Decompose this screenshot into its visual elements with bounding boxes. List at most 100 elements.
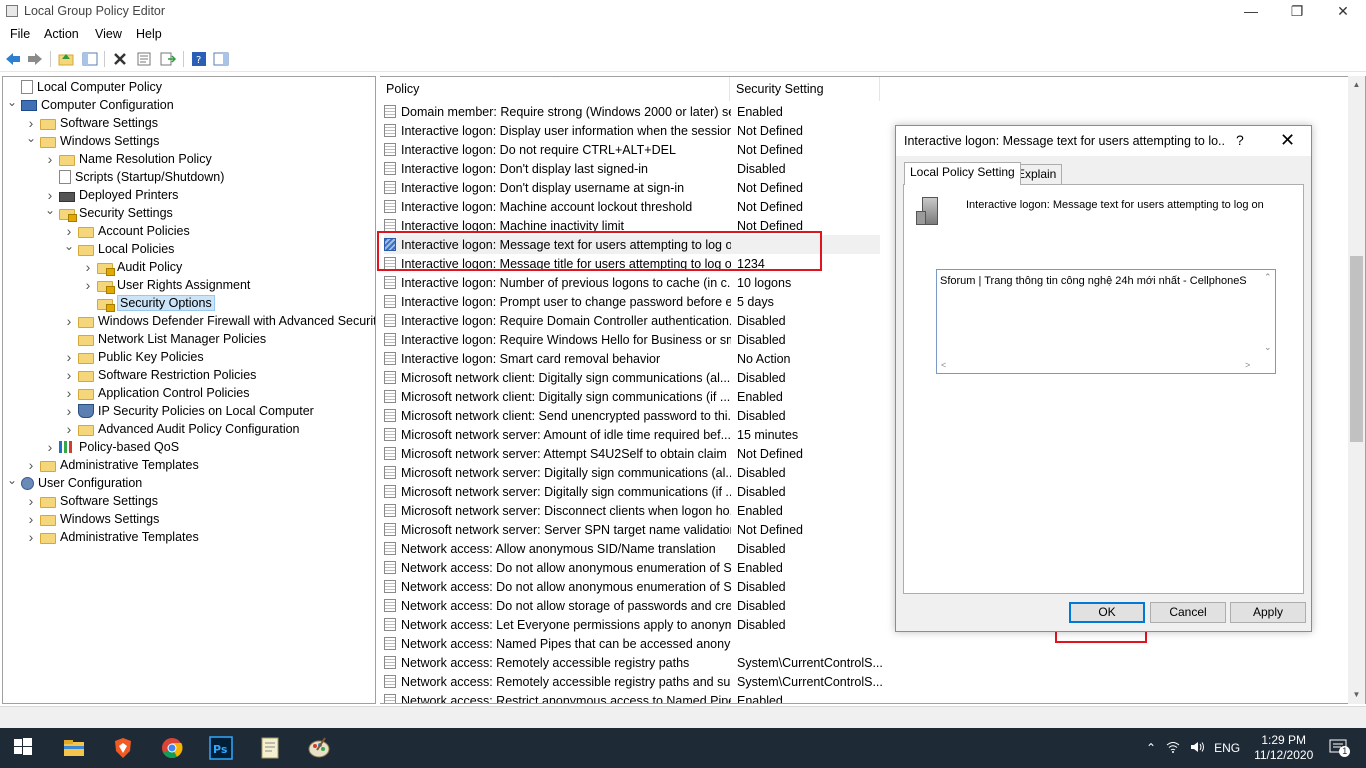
tree-node[interactable]: › Windows Defender Firewall with Advanced…: [64, 312, 375, 330]
table-row[interactable]: Interactive logon: Smart card removal be…: [384, 349, 880, 368]
clock[interactable]: 1:29 PM 11/12/2020: [1254, 733, 1313, 763]
tree-node[interactable]: › IP Security Policies on Local Computer: [64, 402, 314, 420]
tree-node[interactable]: › Software Settings: [26, 114, 158, 132]
table-row[interactable]: Interactive logon: Do not require CTRL+A…: [384, 140, 880, 159]
restore-button[interactable]: ❐: [1274, 0, 1320, 24]
table-row[interactable]: Network access: Remotely accessible regi…: [384, 653, 883, 672]
chrome-icon[interactable]: [160, 736, 184, 760]
scroll-down-icon[interactable]: ⌄: [1264, 342, 1272, 353]
collapsed-chevron-icon[interactable]: ›: [64, 349, 74, 365]
expanded-chevron-icon[interactable]: ⌄: [26, 131, 36, 145]
expanded-chevron-icon[interactable]: ⌄: [64, 239, 74, 253]
collapsed-chevron-icon[interactable]: ›: [26, 529, 36, 545]
table-row[interactable]: Microsoft network server: Digitally sign…: [384, 463, 880, 482]
scroll-up-icon[interactable]: ⌃: [1264, 272, 1272, 283]
collapsed-chevron-icon[interactable]: ›: [64, 385, 74, 401]
table-row[interactable]: Microsoft network server: Server SPN tar…: [384, 520, 880, 539]
table-row[interactable]: Network access: Let Everyone permissions…: [384, 615, 880, 634]
table-row[interactable]: Network access: Do not allow anonymous e…: [384, 577, 880, 596]
collapsed-chevron-icon[interactable]: ›: [64, 223, 74, 239]
properties-icon[interactable]: [135, 50, 153, 68]
table-row[interactable]: Interactive logon: Machine account locko…: [384, 197, 880, 216]
table-row[interactable]: Network access: Restrict anonymous acces…: [384, 691, 880, 703]
menu-action[interactable]: Action: [44, 27, 79, 41]
scroll-down-icon[interactable]: ▼: [1348, 690, 1365, 699]
dialog-help-button[interactable]: ?: [1236, 132, 1244, 148]
table-row[interactable]: Network access: Do not allow anonymous e…: [384, 558, 880, 577]
table-row[interactable]: Interactive logon: Require Domain Contro…: [384, 311, 880, 330]
list-scrollbar[interactable]: ▲ ▼: [1348, 76, 1365, 704]
tree-node[interactable]: › Administrative Templates: [26, 528, 199, 546]
tree-node[interactable]: ⌄ Computer Configuration: [7, 95, 174, 114]
back-arrow-icon[interactable]: [4, 50, 22, 68]
menu-file[interactable]: File: [10, 27, 30, 41]
delete-icon[interactable]: [111, 50, 129, 68]
table-row[interactable]: Microsoft network client: Digitally sign…: [384, 368, 880, 387]
table-row[interactable]: Network access: Named Pipes that can be …: [384, 634, 880, 653]
table-row[interactable]: Microsoft network client: Digitally sign…: [384, 387, 880, 406]
tree-node[interactable]: › Windows Settings: [26, 510, 160, 528]
file-explorer-icon[interactable]: [62, 736, 86, 760]
tree-node[interactable]: ⌄ Local Policies: [64, 239, 174, 258]
column-header-security-setting[interactable]: Security Setting: [730, 77, 880, 101]
photoshop-icon[interactable]: Ps: [209, 736, 233, 760]
language-indicator[interactable]: ENG: [1214, 741, 1240, 755]
close-window-button[interactable]: ✕: [1320, 0, 1366, 24]
tree-node[interactable]: Scripts (Startup/Shutdown): [45, 168, 224, 186]
brave-browser-icon[interactable]: [111, 736, 135, 760]
show-hidden-icons-icon[interactable]: ⌃: [1146, 741, 1156, 755]
collapsed-chevron-icon[interactable]: ›: [83, 259, 93, 275]
collapsed-chevron-icon[interactable]: ›: [45, 151, 55, 167]
paint-icon[interactable]: [307, 736, 331, 760]
scroll-thumb[interactable]: [1350, 256, 1363, 442]
cancel-button[interactable]: Cancel: [1150, 602, 1226, 623]
tree-node[interactable]: ⌄ Security Settings: [45, 203, 173, 222]
collapsed-chevron-icon[interactable]: ›: [45, 187, 55, 203]
table-row[interactable]: Domain member: Require strong (Windows 2…: [384, 102, 880, 121]
menu-help[interactable]: Help: [136, 27, 162, 41]
message-text-input[interactable]: Sforum | Trang thông tin công nghệ 24h m…: [936, 269, 1276, 374]
tree-node[interactable]: › Software Settings: [26, 492, 158, 510]
tree-node[interactable]: Network List Manager Policies: [64, 330, 266, 348]
collapsed-chevron-icon[interactable]: ›: [26, 457, 36, 473]
tree-node[interactable]: ⌄ User Configuration: [7, 473, 142, 492]
column-header-policy[interactable]: Policy ⌃: [380, 77, 730, 101]
expanded-chevron-icon[interactable]: ⌄: [45, 203, 55, 217]
textarea-vertical-scrollbar[interactable]: ⌃ ⌄: [1261, 270, 1275, 360]
expanded-chevron-icon[interactable]: ⌄: [7, 473, 17, 487]
table-row[interactable]: Network access: Remotely accessible regi…: [384, 672, 883, 691]
tree-node[interactable]: › Policy-based QoS: [45, 438, 179, 456]
table-row[interactable]: Interactive logon: Don't display usernam…: [384, 178, 880, 197]
table-row[interactable]: Interactive logon: Number of previous lo…: [384, 273, 880, 292]
collapsed-chevron-icon[interactable]: ›: [64, 403, 74, 419]
table-row[interactable]: Microsoft network server: Digitally sign…: [384, 482, 880, 501]
collapsed-chevron-icon[interactable]: ›: [83, 277, 93, 293]
table-row[interactable]: Interactive logon: Prompt user to change…: [384, 292, 880, 311]
tree-node[interactable]: › Public Key Policies: [64, 348, 204, 366]
show-action-pane-icon[interactable]: [212, 50, 230, 68]
minimize-button[interactable]: —: [1228, 0, 1274, 24]
notepad-icon[interactable]: [258, 736, 282, 760]
tree-node[interactable]: › Application Control Policies: [64, 384, 250, 402]
dialog-close-button[interactable]: ✕: [1280, 130, 1295, 151]
up-folder-icon[interactable]: [57, 50, 75, 68]
network-icon[interactable]: [1166, 741, 1180, 756]
expanded-chevron-icon[interactable]: ⌄: [7, 95, 17, 109]
scroll-left-icon[interactable]: <: [941, 360, 946, 370]
collapsed-chevron-icon[interactable]: ›: [64, 313, 74, 329]
forward-arrow-icon[interactable]: [26, 50, 44, 68]
tree-node[interactable]: › User Rights Assignment: [83, 276, 250, 294]
scroll-right-icon[interactable]: >: [1245, 360, 1250, 370]
tree-node[interactable]: › Audit Policy: [83, 258, 182, 276]
windows-start-icon[interactable]: [12, 736, 36, 760]
table-row[interactable]: Network access: Allow anonymous SID/Name…: [384, 539, 880, 558]
collapsed-chevron-icon[interactable]: ›: [64, 421, 74, 437]
table-row[interactable]: Interactive logon: Don't display last si…: [384, 159, 880, 178]
tree-node[interactable]: Security Options: [83, 294, 215, 312]
tab-local-policy-setting[interactable]: Local Policy Setting: [904, 162, 1021, 185]
show-hide-tree-icon[interactable]: [81, 50, 99, 68]
collapsed-chevron-icon[interactable]: ›: [26, 511, 36, 527]
tree-node[interactable]: › Name Resolution Policy: [45, 150, 212, 168]
textarea-horizontal-scrollbar[interactable]: < >: [937, 359, 1275, 373]
table-row[interactable]: Microsoft network server: Disconnect cli…: [384, 501, 880, 520]
